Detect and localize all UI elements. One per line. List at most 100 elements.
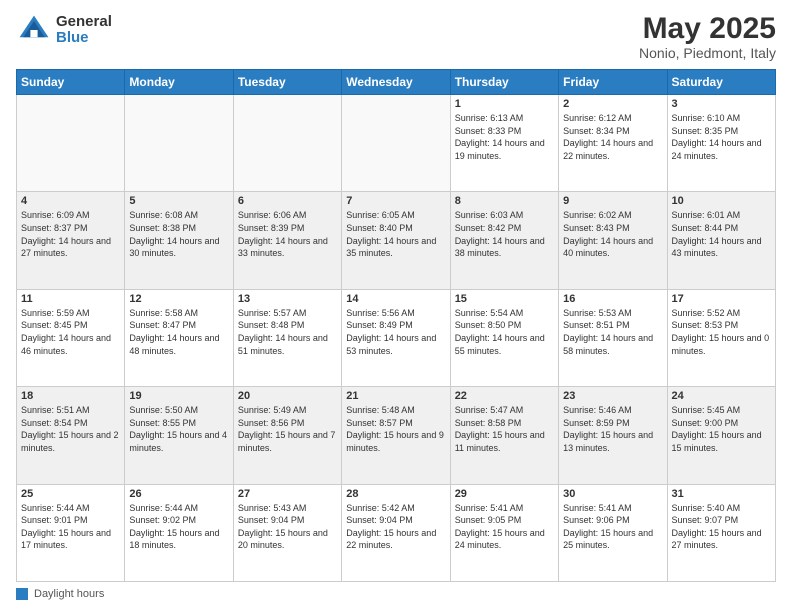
table-row: 24 Sunrise: 5:45 AM Sunset: 9:00 PM Dayli… bbox=[667, 387, 775, 484]
day-number: 27 bbox=[238, 488, 337, 500]
day-number: 24 bbox=[672, 390, 771, 402]
day-number: 2 bbox=[563, 98, 662, 110]
logo: General Blue bbox=[16, 12, 112, 48]
day-number: 13 bbox=[238, 293, 337, 305]
table-row: 26 Sunrise: 5:44 AM Sunset: 9:02 PM Dayli… bbox=[125, 484, 233, 581]
day-info: Sunrise: 5:54 AM Sunset: 8:50 PM Dayligh… bbox=[455, 307, 554, 357]
day-info: Sunrise: 6:09 AM Sunset: 8:37 PM Dayligh… bbox=[21, 209, 120, 259]
day-info: Sunrise: 5:58 AM Sunset: 8:47 PM Dayligh… bbox=[129, 307, 228, 357]
table-row: 12 Sunrise: 5:58 AM Sunset: 8:47 PM Dayli… bbox=[125, 289, 233, 386]
logo-general-text: General bbox=[56, 14, 112, 31]
day-info: Sunrise: 6:10 AM Sunset: 8:35 PM Dayligh… bbox=[672, 112, 771, 162]
table-row bbox=[125, 95, 233, 192]
table-row: 20 Sunrise: 5:49 AM Sunset: 8:56 PM Dayli… bbox=[233, 387, 341, 484]
footer-label: Daylight hours bbox=[34, 588, 104, 600]
table-row: 11Sunrise: 5:59 AM Sunset: 8:45 PM Dayli… bbox=[17, 289, 125, 386]
day-number: 4 bbox=[21, 195, 120, 207]
day-number: 6 bbox=[238, 195, 337, 207]
day-info: Sunrise: 5:44 AM Sunset: 9:01 PM Dayligh… bbox=[21, 502, 120, 552]
calendar-week-row: 4 Sunrise: 6:09 AM Sunset: 8:37 PM Daylig… bbox=[17, 192, 776, 289]
day-info: Sunrise: 5:47 AM Sunset: 8:58 PM Dayligh… bbox=[455, 404, 554, 454]
day-number: 26 bbox=[129, 488, 228, 500]
title-block: May 2025 Nonio, Piedmont, Italy bbox=[639, 12, 776, 61]
day-number: 15 bbox=[455, 293, 554, 305]
day-info: Sunrise: 5:40 AM Sunset: 9:07 PM Dayligh… bbox=[672, 502, 771, 552]
day-number: 16 bbox=[563, 293, 662, 305]
table-row: 3 Sunrise: 6:10 AM Sunset: 8:35 PM Daylig… bbox=[667, 95, 775, 192]
table-row: 31Sunrise: 5:40 AM Sunset: 9:07 PM Dayli… bbox=[667, 484, 775, 581]
table-row: 9Sunrise: 6:02 AM Sunset: 8:43 PM Daylig… bbox=[559, 192, 667, 289]
day-info: Sunrise: 6:12 AM Sunset: 8:34 PM Dayligh… bbox=[563, 112, 662, 162]
day-info: Sunrise: 6:02 AM Sunset: 8:43 PM Dayligh… bbox=[563, 209, 662, 259]
main-title: May 2025 bbox=[639, 12, 776, 45]
day-info: Sunrise: 5:41 AM Sunset: 9:06 PM Dayligh… bbox=[563, 502, 662, 552]
day-info: Sunrise: 6:08 AM Sunset: 8:38 PM Dayligh… bbox=[129, 209, 228, 259]
day-number: 14 bbox=[346, 293, 445, 305]
table-row: 22 Sunrise: 5:47 AM Sunset: 8:58 PM Dayli… bbox=[450, 387, 558, 484]
day-info: Sunrise: 6:03 AM Sunset: 8:42 PM Dayligh… bbox=[455, 209, 554, 259]
day-info: Sunrise: 5:51 AM Sunset: 8:54 PM Dayligh… bbox=[21, 404, 120, 454]
col-friday: Friday bbox=[559, 70, 667, 95]
day-info: Sunrise: 6:06 AM Sunset: 8:39 PM Dayligh… bbox=[238, 209, 337, 259]
table-row: 1 Sunrise: 6:13 AM Sunset: 8:33 PM Daylig… bbox=[450, 95, 558, 192]
subtitle: Nonio, Piedmont, Italy bbox=[639, 45, 776, 61]
col-wednesday: Wednesday bbox=[342, 70, 450, 95]
page: General Blue May 2025 Nonio, Piedmont, I… bbox=[0, 0, 792, 612]
day-info: Sunrise: 5:56 AM Sunset: 8:49 PM Dayligh… bbox=[346, 307, 445, 357]
table-row: 21Sunrise: 5:48 AM Sunset: 8:57 PM Dayli… bbox=[342, 387, 450, 484]
day-info: Sunrise: 5:59 AM Sunset: 8:45 PM Dayligh… bbox=[21, 307, 120, 357]
table-row: 8 Sunrise: 6:03 AM Sunset: 8:42 PM Daylig… bbox=[450, 192, 558, 289]
day-number: 10 bbox=[672, 195, 771, 207]
table-row: 13 Sunrise: 5:57 AM Sunset: 8:48 PM Dayli… bbox=[233, 289, 341, 386]
day-info: Sunrise: 5:41 AM Sunset: 9:05 PM Dayligh… bbox=[455, 502, 554, 552]
footer: Daylight hours bbox=[16, 588, 776, 600]
day-info: Sunrise: 5:50 AM Sunset: 8:55 PM Dayligh… bbox=[129, 404, 228, 454]
table-row: 14 Sunrise: 5:56 AM Sunset: 8:49 PM Dayli… bbox=[342, 289, 450, 386]
day-info: Sunrise: 5:57 AM Sunset: 8:48 PM Dayligh… bbox=[238, 307, 337, 357]
table-row bbox=[233, 95, 341, 192]
day-info: Sunrise: 5:46 AM Sunset: 8:59 PM Dayligh… bbox=[563, 404, 662, 454]
day-number: 25 bbox=[21, 488, 120, 500]
day-number: 22 bbox=[455, 390, 554, 402]
table-row: 23Sunrise: 5:46 AM Sunset: 8:59 PM Dayli… bbox=[559, 387, 667, 484]
day-info: Sunrise: 5:49 AM Sunset: 8:56 PM Dayligh… bbox=[238, 404, 337, 454]
table-row: 16Sunrise: 5:53 AM Sunset: 8:51 PM Dayli… bbox=[559, 289, 667, 386]
day-info: Sunrise: 6:05 AM Sunset: 8:40 PM Dayligh… bbox=[346, 209, 445, 259]
table-row bbox=[342, 95, 450, 192]
day-number: 21 bbox=[346, 390, 445, 402]
col-saturday: Saturday bbox=[667, 70, 775, 95]
day-info: Sunrise: 5:44 AM Sunset: 9:02 PM Dayligh… bbox=[129, 502, 228, 552]
table-row: 25 Sunrise: 5:44 AM Sunset: 9:01 PM Dayli… bbox=[17, 484, 125, 581]
table-row: 4 Sunrise: 6:09 AM Sunset: 8:37 PM Daylig… bbox=[17, 192, 125, 289]
day-info: Sunrise: 6:13 AM Sunset: 8:33 PM Dayligh… bbox=[455, 112, 554, 162]
table-row: 28 Sunrise: 5:42 AM Sunset: 9:04 PM Dayli… bbox=[342, 484, 450, 581]
day-number: 17 bbox=[672, 293, 771, 305]
table-row: 17 Sunrise: 5:52 AM Sunset: 8:53 PM Dayli… bbox=[667, 289, 775, 386]
logo-text: General Blue bbox=[56, 14, 112, 47]
table-row: 29Sunrise: 5:41 AM Sunset: 9:05 PM Dayli… bbox=[450, 484, 558, 581]
table-row: 5Sunrise: 6:08 AM Sunset: 8:38 PM Daylig… bbox=[125, 192, 233, 289]
day-info: Sunrise: 5:45 AM Sunset: 9:00 PM Dayligh… bbox=[672, 404, 771, 454]
table-row: 7 Sunrise: 6:05 AM Sunset: 8:40 PM Daylig… bbox=[342, 192, 450, 289]
day-number: 19 bbox=[129, 390, 228, 402]
day-info: Sunrise: 5:43 AM Sunset: 9:04 PM Dayligh… bbox=[238, 502, 337, 552]
day-number: 28 bbox=[346, 488, 445, 500]
day-number: 20 bbox=[238, 390, 337, 402]
day-number: 12 bbox=[129, 293, 228, 305]
day-number: 8 bbox=[455, 195, 554, 207]
table-row: 19 Sunrise: 5:50 AM Sunset: 8:55 PM Dayli… bbox=[125, 387, 233, 484]
day-info: Sunrise: 5:52 AM Sunset: 8:53 PM Dayligh… bbox=[672, 307, 771, 357]
day-number: 18 bbox=[21, 390, 120, 402]
day-info: Sunrise: 5:42 AM Sunset: 9:04 PM Dayligh… bbox=[346, 502, 445, 552]
day-number: 7 bbox=[346, 195, 445, 207]
day-number: 3 bbox=[672, 98, 771, 110]
calendar-week-row: 1 Sunrise: 6:13 AM Sunset: 8:33 PM Daylig… bbox=[17, 95, 776, 192]
day-number: 1 bbox=[455, 98, 554, 110]
calendar-week-row: 25 Sunrise: 5:44 AM Sunset: 9:01 PM Dayli… bbox=[17, 484, 776, 581]
table-row: 30Sunrise: 5:41 AM Sunset: 9:06 PM Dayli… bbox=[559, 484, 667, 581]
table-row: 2 Sunrise: 6:12 AM Sunset: 8:34 PM Daylig… bbox=[559, 95, 667, 192]
table-row bbox=[17, 95, 125, 192]
table-row: 15 Sunrise: 5:54 AM Sunset: 8:50 PM Dayli… bbox=[450, 289, 558, 386]
logo-icon bbox=[16, 12, 52, 48]
col-thursday: Thursday bbox=[450, 70, 558, 95]
